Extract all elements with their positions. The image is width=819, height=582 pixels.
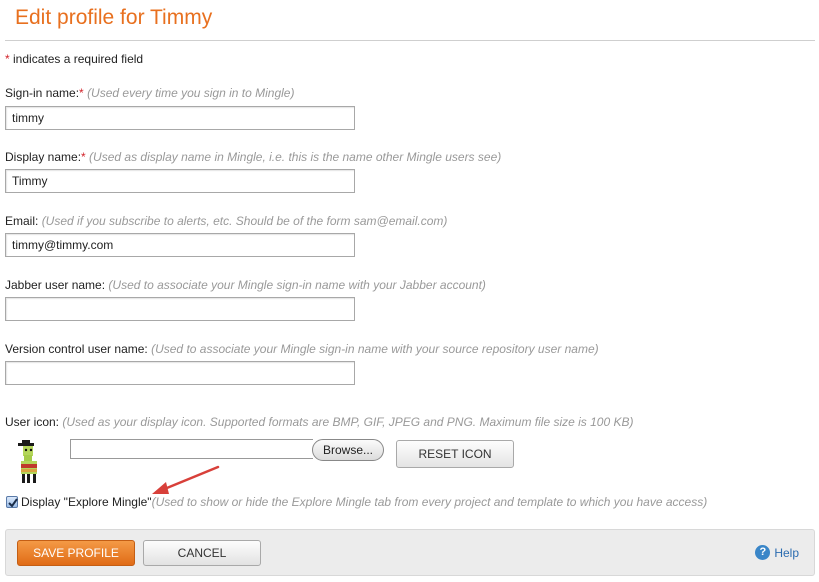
help-icon: ?: [755, 545, 771, 561]
required-marker: *: [81, 150, 86, 164]
user-icon-hint: (Used as your display icon. Supported fo…: [62, 415, 634, 429]
help-link-text: Help: [774, 545, 799, 560]
browse-button[interactable]: Browse...: [312, 439, 384, 461]
jabber-label: Jabber user name: (Used to associate you…: [5, 278, 486, 292]
vcs-hint: (Used to associate your Mingle sign-in n…: [151, 342, 599, 356]
display-name-hint: (Used as display name in Mingle, i.e. th…: [89, 150, 502, 164]
jabber-hint: (Used to associate your Mingle sign-in n…: [108, 278, 486, 292]
user-icon-label: User icon: (Used as your display icon. S…: [5, 415, 634, 429]
vcs-label-text: Version control user name:: [5, 342, 148, 356]
checkmark-icon: [8, 498, 18, 508]
required-note-text: indicates a required field: [13, 52, 144, 66]
file-path-field[interactable]: [70, 439, 313, 459]
signin-name-label-text: Sign-in name:: [5, 86, 80, 100]
required-note: * indicates a required field: [5, 52, 143, 66]
display-name-input[interactable]: [5, 169, 355, 193]
explore-mingle-label-text: Display "Explore Mingle": [21, 495, 152, 509]
email-input[interactable]: [5, 233, 355, 257]
email-label-text: Email:: [5, 214, 39, 228]
signin-name-hint: (Used every time you sign in to Mingle): [87, 86, 295, 100]
vcs-label: Version control user name: (Used to asso…: [5, 342, 599, 356]
jabber-input[interactable]: [5, 297, 355, 321]
annotation-arrow-icon: [152, 465, 220, 494]
explore-mingle-hint: (Used to show or hide the Explore Mingle…: [151, 495, 708, 509]
action-bar: SAVE PROFILE CANCEL ? Help: [5, 529, 815, 576]
cancel-button[interactable]: CANCEL: [143, 540, 261, 566]
vcs-input[interactable]: [5, 361, 355, 385]
required-marker: *: [5, 52, 10, 66]
llama-avatar-icon: [12, 440, 46, 486]
title-divider: [5, 40, 815, 41]
signin-name-input[interactable]: [5, 106, 355, 130]
save-profile-button[interactable]: SAVE PROFILE: [17, 540, 135, 566]
help-link[interactable]: ? Help: [755, 545, 799, 561]
required-marker: *: [79, 86, 84, 100]
display-name-label: Display name:* (Used as display name in …: [5, 150, 501, 164]
explore-mingle-label: Display "Explore Mingle"(Used to show or…: [21, 495, 707, 509]
user-icon-label-text: User icon:: [5, 415, 60, 429]
explore-mingle-checkbox[interactable]: [6, 496, 18, 508]
jabber-label-text: Jabber user name:: [5, 278, 106, 292]
reset-icon-button[interactable]: RESET ICON: [396, 440, 514, 468]
page-title: Edit profile for Timmy: [15, 6, 213, 29]
email-label: Email: (Used if you subscribe to alerts,…: [5, 214, 447, 228]
email-hint: (Used if you subscribe to alerts, etc. S…: [41, 214, 448, 228]
signin-name-label: Sign-in name:* (Used every time you sign…: [5, 86, 294, 100]
display-name-label-text: Display name:: [5, 150, 82, 164]
